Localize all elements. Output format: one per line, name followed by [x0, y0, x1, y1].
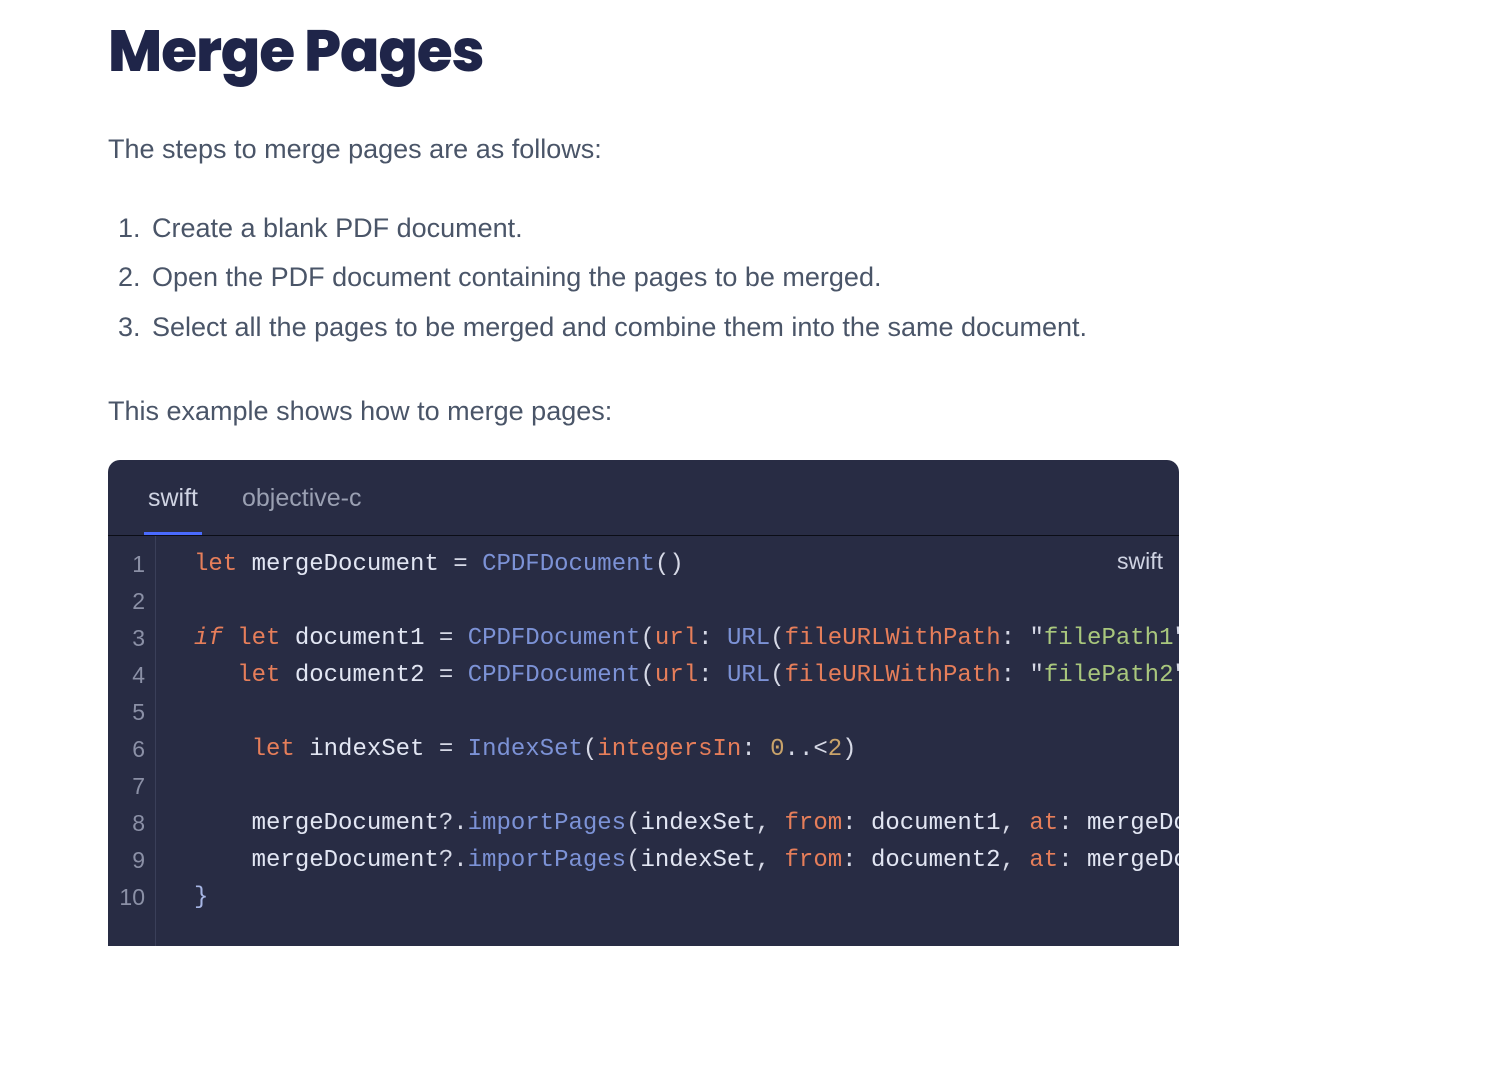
list-item: Open the PDF document containing the pag…	[118, 253, 1286, 303]
page-title: Merge Pages	[108, 8, 1286, 95]
line-number: 5	[108, 694, 155, 731]
line-number: 8	[108, 805, 155, 842]
line-number: 9	[108, 842, 155, 879]
line-number: 3	[108, 620, 155, 657]
line-number: 4	[108, 657, 155, 694]
line-number: 6	[108, 731, 155, 768]
example-intro-text: This example shows how to merge pages:	[108, 391, 1286, 432]
tab-swift[interactable]: swift	[148, 462, 198, 533]
intro-text: The steps to merge pages are as follows:	[108, 129, 1286, 170]
list-item: Create a blank PDF document.	[118, 204, 1286, 254]
line-number: 1	[108, 546, 155, 583]
tab-objective-c[interactable]: objective-c	[242, 462, 362, 533]
code-body: 1 2 3 4 5 6 7 8 9 10 let mergeDocument =…	[108, 536, 1179, 946]
steps-list: Create a blank PDF document. Open the PD…	[118, 204, 1286, 354]
code-scroll[interactable]: let mergeDocument = CPDFDocument() if le…	[156, 536, 1179, 946]
line-number: 2	[108, 583, 155, 620]
line-number: 10	[108, 879, 155, 916]
code-tabs: swift objective-c	[108, 460, 1179, 536]
code-content: let mergeDocument = CPDFDocument() if le…	[156, 546, 1179, 916]
code-panel: swift objective-c swift 1 2 3 4 5 6 7 8 …	[108, 460, 1179, 946]
line-number: 7	[108, 768, 155, 805]
line-number-gutter: 1 2 3 4 5 6 7 8 9 10	[108, 536, 156, 946]
list-item: Select all the pages to be merged and co…	[118, 303, 1286, 353]
